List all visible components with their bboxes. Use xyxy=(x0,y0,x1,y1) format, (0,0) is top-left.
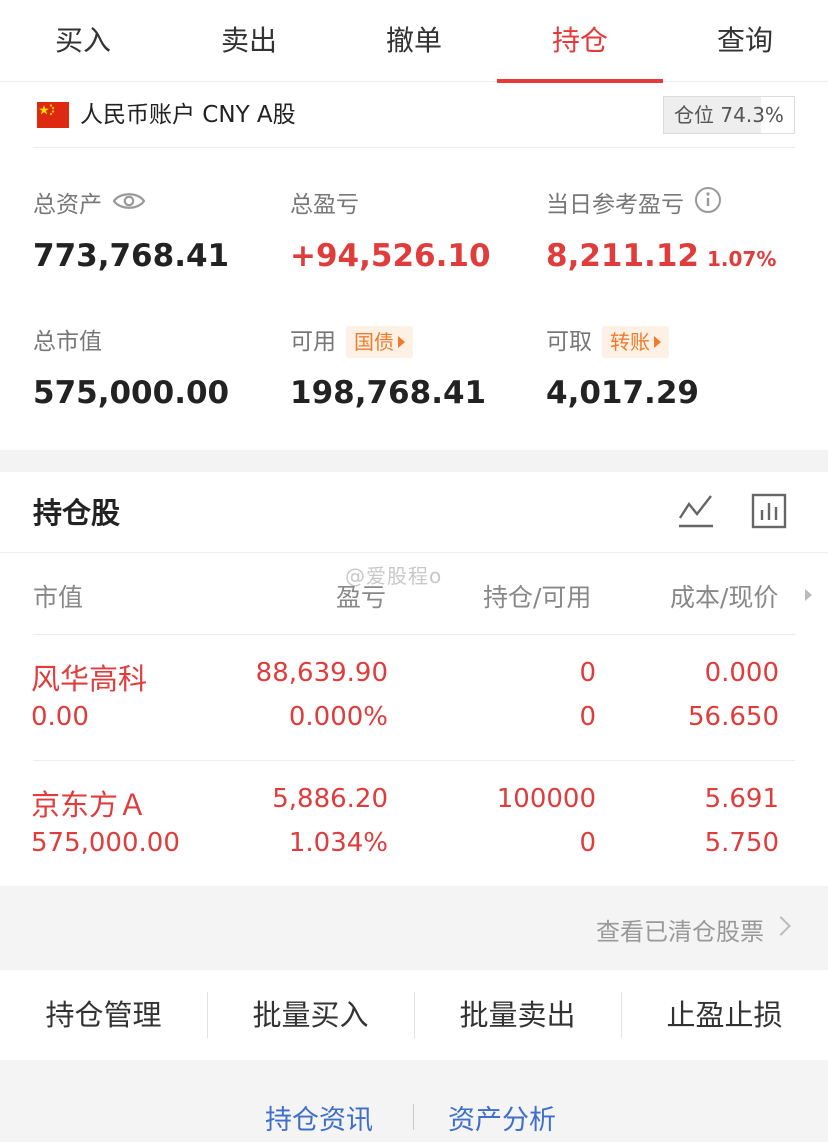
pnl-cell: 88,639.90 xyxy=(255,658,388,688)
daily-pnl-value: 8,211.12 xyxy=(546,238,699,274)
available-cell: 0 xyxy=(579,828,596,858)
divider xyxy=(33,634,795,635)
tab-holdings[interactable]: 持仓 xyxy=(497,0,663,83)
batch-buy-button[interactable]: 批量买入 xyxy=(207,970,414,1060)
table-row[interactable]: 风华高科 0.00 88,639.90 0.000% 0 0 0.000 56.… xyxy=(0,636,828,760)
section-divider xyxy=(0,450,828,472)
market-value: 总市值 575,000.00 xyxy=(33,325,293,411)
cost-cell: 0.000 xyxy=(704,658,779,688)
divider xyxy=(33,760,795,761)
separator xyxy=(413,1104,414,1130)
manage-holdings-button[interactable]: 持仓管理 xyxy=(0,970,207,1060)
treasury-bond-button[interactable]: 国债 xyxy=(346,326,413,358)
tab-cancel[interactable]: 撤单 xyxy=(331,0,497,82)
withdrawable-label: 可取 xyxy=(546,329,592,355)
market-value-label: 总市值 xyxy=(33,329,102,355)
take-profit-stop-loss-button[interactable]: 止盈止损 xyxy=(621,970,828,1060)
hold-cell: 0 xyxy=(579,658,596,688)
pnl-percent-cell: 0.000% xyxy=(288,702,388,732)
trend-line-icon[interactable] xyxy=(676,492,716,534)
triangle-right-icon xyxy=(654,336,661,348)
total-assets-value: 773,768.41 xyxy=(33,238,230,274)
chevron-right-icon[interactable] xyxy=(771,916,791,936)
available-value: 198,768.41 xyxy=(290,375,487,411)
price-cell: 56.650 xyxy=(688,702,779,732)
market-value-cell: 0.00 xyxy=(31,702,89,732)
pnl-percent-cell: 1.034% xyxy=(288,828,388,858)
hold-cell: 100000 xyxy=(496,784,596,814)
tab-buy[interactable]: 买入 xyxy=(0,0,166,82)
top-tab-bar: 买入 卖出 撤单 持仓 查询 xyxy=(0,0,828,83)
transfer-button[interactable]: 转账 xyxy=(602,326,669,358)
tab-sell[interactable]: 卖出 xyxy=(166,0,332,82)
market-value-value: 575,000.00 xyxy=(33,375,230,411)
scroll-right-icon[interactable] xyxy=(805,589,812,601)
triangle-right-icon xyxy=(398,336,405,348)
divider xyxy=(0,552,828,553)
price-cell: 5.750 xyxy=(704,828,779,858)
available-cell: 0 xyxy=(579,702,596,732)
total-pnl-label: 总盈亏 xyxy=(290,192,359,218)
account-row[interactable]: 人民币账户 CNY A股 仓位 74.3% xyxy=(33,90,795,148)
pnl-cell: 5,886.20 xyxy=(272,784,388,814)
batch-sell-button[interactable]: 批量卖出 xyxy=(414,970,621,1060)
column-pnl[interactable]: 盈亏 xyxy=(336,578,386,614)
daily-pnl-label: 当日参考盈亏 xyxy=(546,192,684,218)
stock-name: 京东方Ａ xyxy=(31,788,148,822)
account-name: 人民币账户 CNY A股 xyxy=(80,102,296,128)
treasury-bond-label: 国债 xyxy=(354,330,394,354)
asset-analysis-link[interactable]: 资产分析 xyxy=(448,1098,556,1137)
total-assets-label: 总资产 xyxy=(33,192,102,218)
market-value-cell: 575,000.00 xyxy=(31,828,180,858)
column-market-value[interactable]: 市值 xyxy=(33,578,83,614)
total-pnl-value: +94,526.10 xyxy=(290,238,491,274)
cost-cell: 5.691 xyxy=(704,784,779,814)
stock-name: 风华高科 xyxy=(31,662,148,696)
available-label: 可用 xyxy=(290,329,336,355)
position-label: 仓位 74.3% xyxy=(674,103,784,127)
table-row[interactable]: 京东方Ａ 575,000.00 5,886.20 1.034% 100000 0… xyxy=(0,762,828,886)
china-flag-icon xyxy=(37,102,69,128)
tab-query[interactable]: 查询 xyxy=(662,0,828,82)
action-bar: 持仓管理 批量买入 批量卖出 止盈止损 xyxy=(0,970,828,1060)
transfer-label: 转账 xyxy=(610,330,650,354)
position-indicator: 仓位 74.3% xyxy=(663,96,795,134)
holdings-news-link[interactable]: 持仓资讯 xyxy=(265,1098,373,1137)
withdrawable-funds: 可取 转账 4,017.29 xyxy=(546,325,806,411)
column-cost-price[interactable]: 成本/现价 xyxy=(670,578,778,614)
total-assets: 总资产 773,768.41 xyxy=(33,188,293,274)
column-hold-available[interactable]: 持仓/可用 xyxy=(483,578,591,614)
footer-links: 持仓资讯 资产分析 xyxy=(0,1060,828,1142)
daily-pnl-percent: 1.07% xyxy=(706,247,777,271)
cleared-stocks-section: 查看已清仓股票 xyxy=(0,886,828,970)
total-pnl: 总盈亏 +94,526.10 xyxy=(290,188,550,274)
eye-icon[interactable] xyxy=(112,188,146,222)
available-funds: 可用 国债 198,768.41 xyxy=(290,325,550,411)
cleared-stocks-link[interactable]: 查看已清仓股票 xyxy=(596,912,764,947)
daily-pnl: 当日参考盈亏 8,211.12 1.07% xyxy=(546,186,806,274)
asset-summary: 总资产 773,768.41 总盈亏 +94,526.10 当日参考盈亏 8,2… xyxy=(0,150,828,450)
info-icon[interactable] xyxy=(694,186,722,224)
withdrawable-value: 4,017.29 xyxy=(546,375,699,411)
holdings-title: 持仓股 xyxy=(33,496,121,530)
bar-chart-icon[interactable] xyxy=(750,492,788,534)
